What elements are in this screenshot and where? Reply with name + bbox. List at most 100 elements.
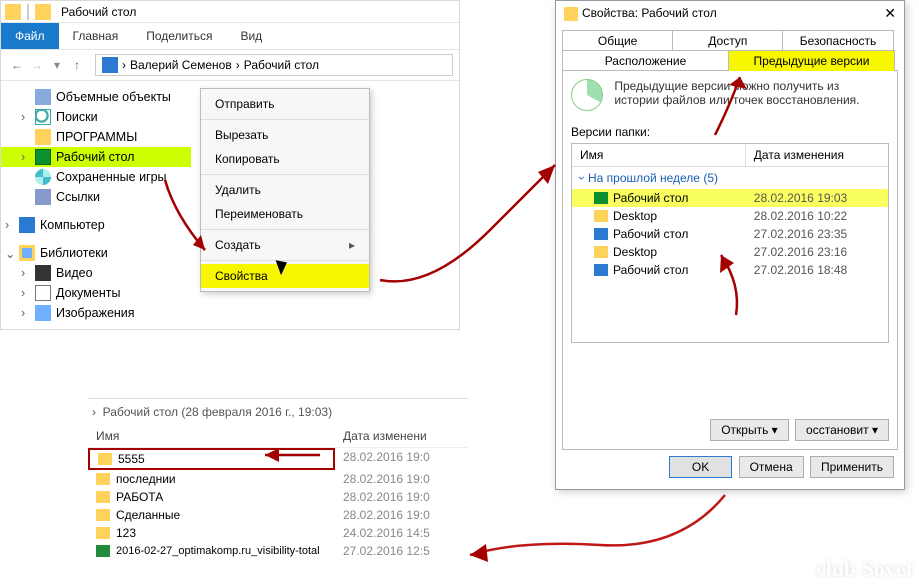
watermark: club Sovet bbox=[816, 556, 913, 582]
version-group[interactable]: ›На прошлой неделе (5) bbox=[572, 167, 888, 189]
menu-rename[interactable]: Переименовать bbox=[201, 202, 369, 226]
tab-access[interactable]: Доступ bbox=[672, 30, 783, 51]
folder-icon bbox=[98, 453, 112, 465]
tab-general[interactable]: Общие bbox=[562, 30, 673, 51]
lower-breadcrumb[interactable]: › Рабочий стол (28 февраля 2016 г., 19:0… bbox=[88, 399, 468, 425]
action-buttons: Открыть осстановит bbox=[707, 419, 889, 441]
menu-send[interactable]: Отправить bbox=[201, 92, 369, 116]
item-date: 28.02.2016 19:0 bbox=[335, 506, 438, 524]
tab-view[interactable]: Вид bbox=[226, 23, 276, 49]
col-name[interactable]: Имя bbox=[88, 425, 335, 447]
tree-item[interactable]: ПРОГРАММЫ bbox=[1, 127, 191, 147]
system-icon bbox=[594, 228, 608, 240]
cursor-icon bbox=[278, 258, 290, 276]
excel-icon bbox=[96, 545, 110, 557]
version-row[interactable]: Рабочий стол27.02.2016 18:48 bbox=[572, 261, 888, 279]
folder-icon bbox=[564, 7, 578, 21]
desktop-icon bbox=[594, 192, 608, 204]
item-date: 27.02.2016 12:5 bbox=[335, 542, 438, 560]
menu-delete[interactable]: Удалить bbox=[201, 178, 369, 202]
folder-icon bbox=[594, 246, 608, 258]
row-date: 28.02.2016 19:03 bbox=[746, 189, 888, 207]
open-button[interactable]: Открыть bbox=[710, 419, 789, 441]
version-row[interactable]: Рабочий стол28.02.2016 19:03 bbox=[572, 189, 888, 207]
up-button[interactable]: ↑ bbox=[67, 58, 87, 72]
cancel-button[interactable]: Отмена bbox=[739, 456, 804, 478]
tree-label: Сохраненные игры bbox=[56, 170, 167, 184]
crumb-sep: › bbox=[236, 58, 240, 72]
tree-item[interactable]: Сохраненные игры bbox=[1, 167, 191, 187]
row-name: Рабочий стол bbox=[613, 263, 688, 277]
folder-icon bbox=[5, 4, 21, 20]
tab-location[interactable]: Расположение bbox=[562, 50, 729, 71]
search-icon bbox=[35, 109, 51, 125]
tab-home[interactable]: Главная bbox=[59, 23, 133, 49]
item-date: 28.02.2016 19:0 bbox=[335, 488, 438, 506]
tab-panel: Предыдущие версии можно получить из исто… bbox=[562, 70, 898, 450]
tree-label: Компьютер bbox=[40, 218, 105, 232]
col-name[interactable]: Имя bbox=[572, 144, 746, 166]
menu-copy[interactable]: Копировать bbox=[201, 147, 369, 171]
spacer bbox=[1, 235, 191, 243]
close-button[interactable]: ✕ bbox=[884, 5, 896, 22]
chevron-right-icon: ▸ bbox=[349, 238, 355, 252]
window-title: Рабочий стол bbox=[61, 5, 136, 19]
restore-button[interactable]: осстановит bbox=[795, 419, 889, 441]
disc-icon bbox=[35, 169, 51, 185]
item-date: 24.02.2016 14:5 bbox=[335, 524, 438, 542]
tree-item[interactable]: ›Документы bbox=[1, 283, 191, 303]
tree-item-desktop[interactable]: ›Рабочий стол bbox=[1, 147, 191, 167]
column-headers: Имя Дата изменени bbox=[88, 425, 468, 448]
group-label: На прошлой неделе (5) bbox=[588, 171, 718, 185]
tree-item[interactable]: ›Поиски bbox=[1, 107, 191, 127]
dialog-titlebar: Свойства: Рабочий стол ✕ bbox=[556, 1, 904, 26]
version-row[interactable]: Desktop28.02.2016 10:22 bbox=[572, 207, 888, 225]
list-item[interactable]: РАБОТА28.02.2016 19:0 bbox=[88, 488, 468, 506]
qat-divider bbox=[27, 4, 29, 20]
tree-item[interactable]: ›Изображения bbox=[1, 303, 191, 323]
item-name: Сделанные bbox=[116, 508, 180, 522]
tree-label: ПРОГРАММЫ bbox=[56, 130, 137, 144]
forward-button[interactable]: → bbox=[27, 58, 47, 72]
breadcrumb[interactable]: › Валерий Семенов › Рабочий стол bbox=[95, 54, 453, 76]
list-item[interactable]: Сделанные 28.02.2016 19:0 bbox=[88, 506, 468, 524]
list-item[interactable]: последнии28.02.2016 19:0 bbox=[88, 470, 468, 488]
tab-security[interactable]: Безопасность bbox=[782, 30, 893, 51]
tab-previous-versions[interactable]: Предыдущие версии bbox=[728, 50, 895, 71]
folder-icon bbox=[35, 4, 51, 20]
properties-dialog: Свойства: Рабочий стол ✕ Общие Доступ Бе… bbox=[555, 0, 905, 490]
crumb-1[interactable]: Рабочий стол bbox=[244, 58, 319, 72]
crumb-0[interactable]: Валерий Семенов bbox=[130, 58, 232, 72]
ok-button[interactable]: OK bbox=[669, 456, 732, 478]
list-item[interactable]: 12324.02.2016 14:5 bbox=[88, 524, 468, 542]
list-item[interactable]: 555528.02.2016 19:0 bbox=[88, 448, 468, 470]
folder-icon bbox=[594, 210, 608, 222]
image-icon bbox=[35, 305, 51, 321]
version-row[interactable]: Рабочий стол27.02.2016 23:35 bbox=[572, 225, 888, 243]
menu-new[interactable]: Создать ▸ bbox=[201, 233, 369, 257]
version-row[interactable]: Desktop27.02.2016 23:16 bbox=[572, 243, 888, 261]
menu-label: Создать bbox=[215, 238, 261, 252]
spacer bbox=[1, 207, 191, 215]
col-date[interactable]: Дата изменени bbox=[335, 425, 435, 447]
recent-dropdown[interactable]: ▾ bbox=[47, 58, 67, 72]
back-button[interactable]: ← bbox=[7, 58, 27, 72]
list-item[interactable]: 2016-02-27_optimakomp.ru_visibility-tota… bbox=[88, 542, 468, 560]
menu-cut[interactable]: Вырезать bbox=[201, 123, 369, 147]
tree-item[interactable]: ›Видео bbox=[1, 263, 191, 283]
tab-share[interactable]: Поделиться bbox=[132, 23, 226, 49]
tree-label: Библиотеки bbox=[40, 246, 108, 260]
tree-item[interactable]: Ссылки bbox=[1, 187, 191, 207]
versions-label: Версии папки: bbox=[571, 125, 889, 139]
tree-item-computer[interactable]: ›Компьютер bbox=[1, 215, 191, 235]
apply-button[interactable]: Применить bbox=[810, 456, 894, 478]
file-tab[interactable]: Файл bbox=[1, 23, 59, 49]
tree-label: Объемные объекты bbox=[56, 90, 171, 104]
crumb-sep: › bbox=[122, 58, 126, 72]
item-name: 5555 bbox=[118, 452, 145, 466]
tree-item-libraries[interactable]: ⌄Библиотеки bbox=[1, 243, 191, 263]
description-text: Предыдущие версии можно получить из исто… bbox=[614, 79, 864, 107]
col-date[interactable]: Дата изменения bbox=[746, 144, 888, 166]
tree-label: Изображения bbox=[56, 306, 135, 320]
tree-item[interactable]: Объемные объекты bbox=[1, 87, 191, 107]
